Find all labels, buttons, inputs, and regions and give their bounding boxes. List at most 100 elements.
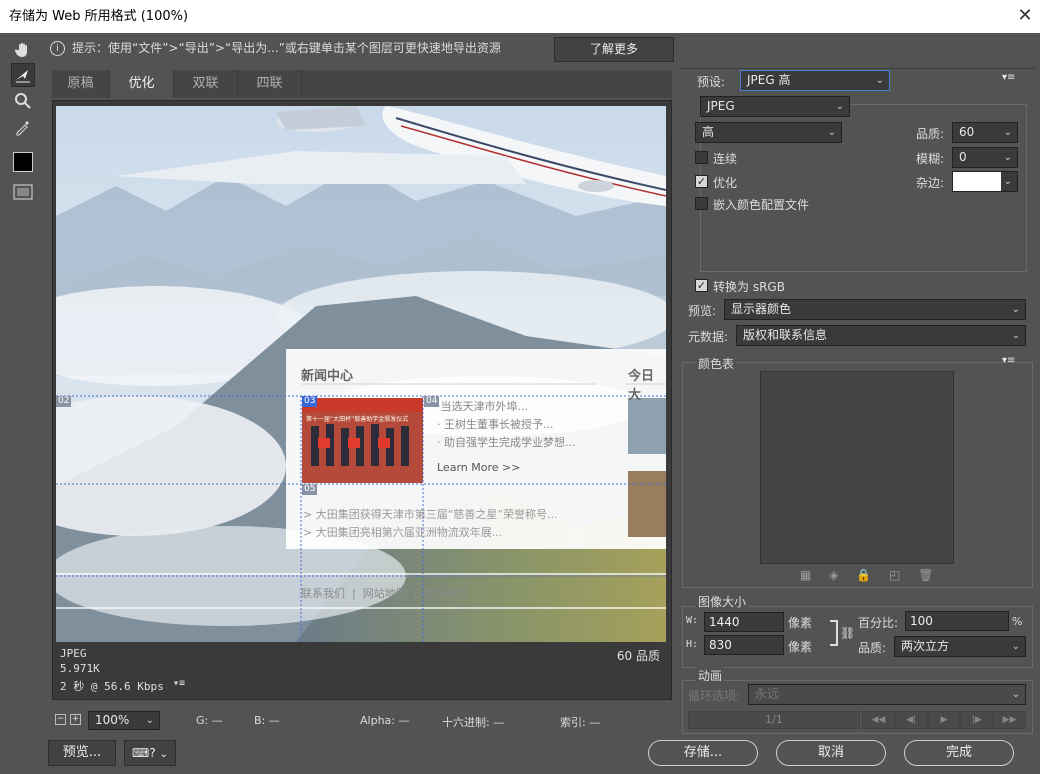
speed-menu-icon[interactable]: ▾≡ xyxy=(173,678,185,689)
embed-profile-checkbox[interactable] xyxy=(695,197,708,210)
preview-news-title: 新闻中心 xyxy=(301,369,354,384)
optimization-info: JPEG 5.971K 2 秒 @ 56.6 Kbps ▾≡ 60 品质 xyxy=(56,642,666,696)
toggle-slices-icon[interactable] xyxy=(11,180,35,204)
browser-icon: ⌨? xyxy=(132,746,156,760)
convert-srgb-label: 转换为 sRGB xyxy=(713,280,785,294)
optimized-checkbox[interactable]: ✓ xyxy=(695,175,708,188)
play-icon[interactable]: ▶ xyxy=(927,711,961,729)
tab-optimized[interactable]: 优化 xyxy=(110,70,174,98)
cube-icon[interactable]: ◈ xyxy=(829,568,838,582)
slice-select-tool-icon[interactable] xyxy=(11,63,35,87)
preset-label: 预设: xyxy=(697,75,726,89)
percent-input[interactable]: 100 xyxy=(905,611,1009,631)
slice-label-04[interactable]: 04 xyxy=(424,396,440,407)
readout-hex: 十六进制: — xyxy=(442,716,505,729)
tab-4up[interactable]: 四联 xyxy=(238,70,302,98)
preview-news-list: ·当选天津市外埠... · 王树生董事长被授予... · 助自强学生完成学业梦想… xyxy=(437,400,576,474)
zoom-select[interactable]: 100% ⌄ xyxy=(88,711,160,730)
slice-label-03[interactable]: 03 xyxy=(302,396,318,407)
readout-b: B: — xyxy=(254,714,280,727)
preview-mode-label: 预览: xyxy=(688,304,717,318)
web-snap-icon[interactable]: ▦ xyxy=(800,568,811,582)
color-table-actions: ▦ ◈ 🔒 ◰ 🗑 xyxy=(800,568,933,582)
animation-controls: ◀◀ ◀| ▶ |▶ ▶▶ xyxy=(862,711,1026,729)
progressive-label: 连续 xyxy=(713,152,738,166)
window-title: 存储为 Web 所用格式 (100%) xyxy=(0,0,1040,33)
preview-button[interactable]: 预览... xyxy=(48,740,116,766)
tab-original[interactable]: 原稿 xyxy=(52,70,110,98)
preset-select[interactable]: JPEG 高 ⌄ xyxy=(740,70,890,91)
readout-index: 索引: — xyxy=(560,716,601,729)
metadata-label: 元数据: xyxy=(688,330,729,344)
tab-2up[interactable]: 双联 xyxy=(174,70,238,98)
done-button[interactable]: 完成 xyxy=(904,740,1014,766)
resample-select[interactable]: 两次立方 ⌄ xyxy=(894,636,1026,657)
optimize-menu-icon[interactable]: ▾≡ xyxy=(1002,72,1015,83)
convert-srgb-checkbox[interactable]: ✓ xyxy=(695,279,708,292)
preview-mode-select[interactable]: 显示器颜色 ⌄ xyxy=(724,299,1026,320)
eyedropper-color-swatch[interactable] xyxy=(11,150,35,174)
first-frame-icon[interactable]: ◀◀ xyxy=(862,711,895,729)
hand-tool-icon[interactable] xyxy=(11,38,35,62)
progressive-checkbox[interactable] xyxy=(695,151,708,164)
quality-preset-select[interactable]: 高 ⌄ xyxy=(695,122,842,143)
blur-input[interactable]: 0 ⌄ xyxy=(952,147,1018,168)
preview-today-title: 今日大 xyxy=(628,369,655,403)
info-icon: i xyxy=(50,41,65,56)
lock-color-icon[interactable]: 🔒 xyxy=(856,568,871,582)
image-size-title: 图像大小 xyxy=(696,593,749,610)
learn-more-button[interactable]: 了解更多 xyxy=(554,37,674,62)
eyedropper-tool-icon[interactable] xyxy=(11,115,35,139)
preview-footer-links: 联系我们 | 网站地图 | 客服电话 xyxy=(301,587,469,600)
zoom-in-button[interactable]: + xyxy=(70,714,81,725)
optimized-preview-image[interactable]: 新闻中心 今日大 ·当选天津市外埠... · 王树生董事长被授予... · 助自… xyxy=(56,106,666,642)
height-unit: 像素 xyxy=(788,640,813,654)
browser-preview-button[interactable]: ⌨? ⌄ xyxy=(124,740,176,766)
link-icon[interactable]: ⛓ xyxy=(840,626,855,640)
animation-title: 动画 xyxy=(696,667,725,684)
width-label: W: xyxy=(686,615,699,626)
color-table-title: 颜色表 xyxy=(696,355,737,372)
matte-label: 杂边: xyxy=(916,176,945,190)
last-frame-icon[interactable]: ▶▶ xyxy=(993,711,1026,729)
tool-strip xyxy=(0,33,44,713)
color-table-menu-icon[interactable]: ▾≡ xyxy=(1002,355,1015,366)
close-icon[interactable]: ✕ xyxy=(1010,0,1040,33)
info-download-speed: 2 秒 @ 56.6 Kbps xyxy=(60,680,164,693)
bottom-bar: 预览... ⌨? ⌄ 存储... 取消 完成 xyxy=(44,738,1040,774)
next-frame-icon[interactable]: |▶ xyxy=(960,711,994,729)
quality-input[interactable]: 60 ⌄ xyxy=(952,122,1018,143)
hint-text: 提示：使用“文件”>“导出”>“导出为...”或右键单击某个图层可更快速地导出资… xyxy=(72,41,501,55)
trash-icon[interactable]: 🗑 xyxy=(918,568,933,582)
preview-news-list-bottom: > 大田集团获得天津市第三届“慈善之星”荣誉称号... > 大田集团亮相第六届亚… xyxy=(303,508,558,539)
height-label: H: xyxy=(686,639,699,650)
metadata-select[interactable]: 版权和联系信息 ⌄ xyxy=(736,325,1026,346)
prev-frame-icon[interactable]: ◀| xyxy=(894,711,928,729)
resample-label: 品质: xyxy=(858,641,887,655)
readout-alpha: Alpha: — xyxy=(360,714,410,727)
info-format: JPEG xyxy=(60,647,87,660)
width-unit: 像素 xyxy=(788,616,813,630)
cancel-button[interactable]: 取消 xyxy=(776,740,886,766)
format-select[interactable]: JPEG ⌄ xyxy=(700,96,850,117)
height-input[interactable]: 830 xyxy=(704,635,784,655)
color-table-swatches[interactable] xyxy=(760,371,954,564)
new-color-icon[interactable]: ◰ xyxy=(889,568,900,582)
info-filesize: 5.971K xyxy=(60,662,100,675)
zoom-out-button[interactable]: − xyxy=(55,714,66,725)
percent-unit: % xyxy=(1012,615,1023,628)
save-button[interactable]: 存储... xyxy=(648,740,758,766)
embed-profile-label: 嵌入颜色配置文件 xyxy=(713,198,810,212)
slice-label-05[interactable]: 05 xyxy=(302,484,318,495)
constrain-bracket xyxy=(830,620,838,646)
slice-label-02[interactable]: 02 xyxy=(56,396,72,407)
zoom-tool-icon[interactable] xyxy=(11,89,35,113)
quality-label: 品质: xyxy=(916,127,945,141)
loop-select[interactable]: 永远 ⌄ xyxy=(748,684,1026,705)
info-quality: 60 品质 xyxy=(616,649,660,663)
loop-label: 循环选项: xyxy=(688,689,741,703)
frame-counter: 1/1 xyxy=(688,711,860,729)
matte-select[interactable]: ⌄ xyxy=(952,171,1018,192)
width-input[interactable]: 1440 xyxy=(704,612,784,632)
settings-panel: 预设: JPEG 高 ⌄ ▾≡ JPEG ⌄ 高 ⌄ 品质: 60 ⌄ 连续 模糊: 0… xyxy=(680,68,1036,738)
